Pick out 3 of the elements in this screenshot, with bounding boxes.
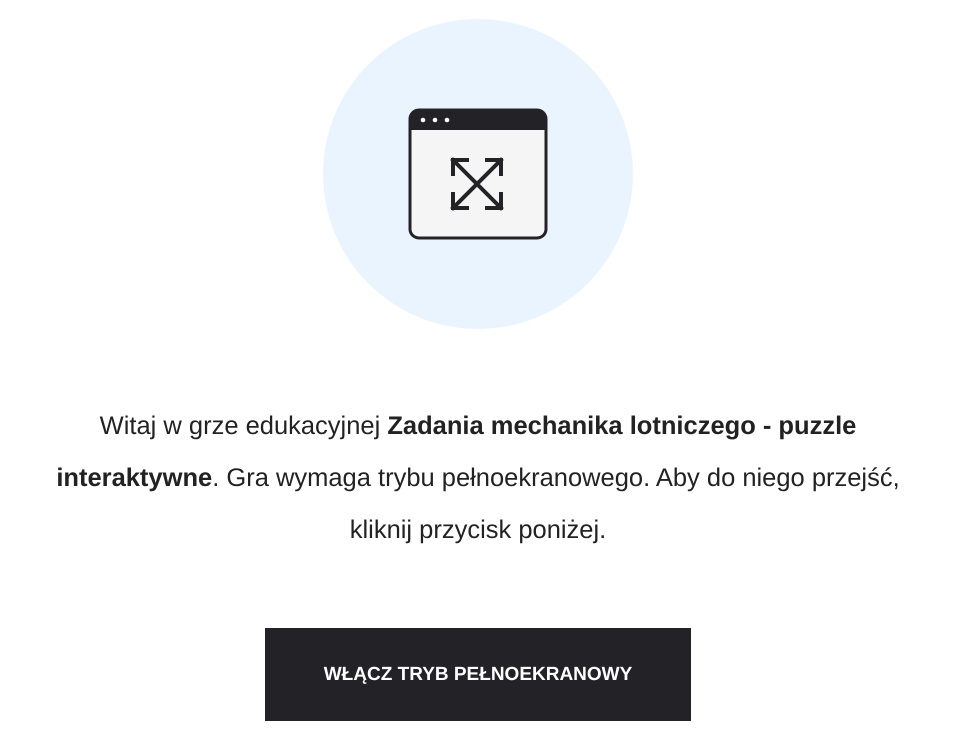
intro-text: Witaj w grze edukacyjnej Zadania mechanika lotniczego - puzzle interaktywne. Gra wymaga trybu pełnoekranowego. Aby do niego przejść, kliknij przycisk poniżej.: [55, 411, 901, 546]
fullscreen-icon: [408, 108, 548, 240]
fullscreen-button[interactable]: WŁĄCZ TRYB PEŁNOEKRANOWY: [265, 628, 691, 721]
